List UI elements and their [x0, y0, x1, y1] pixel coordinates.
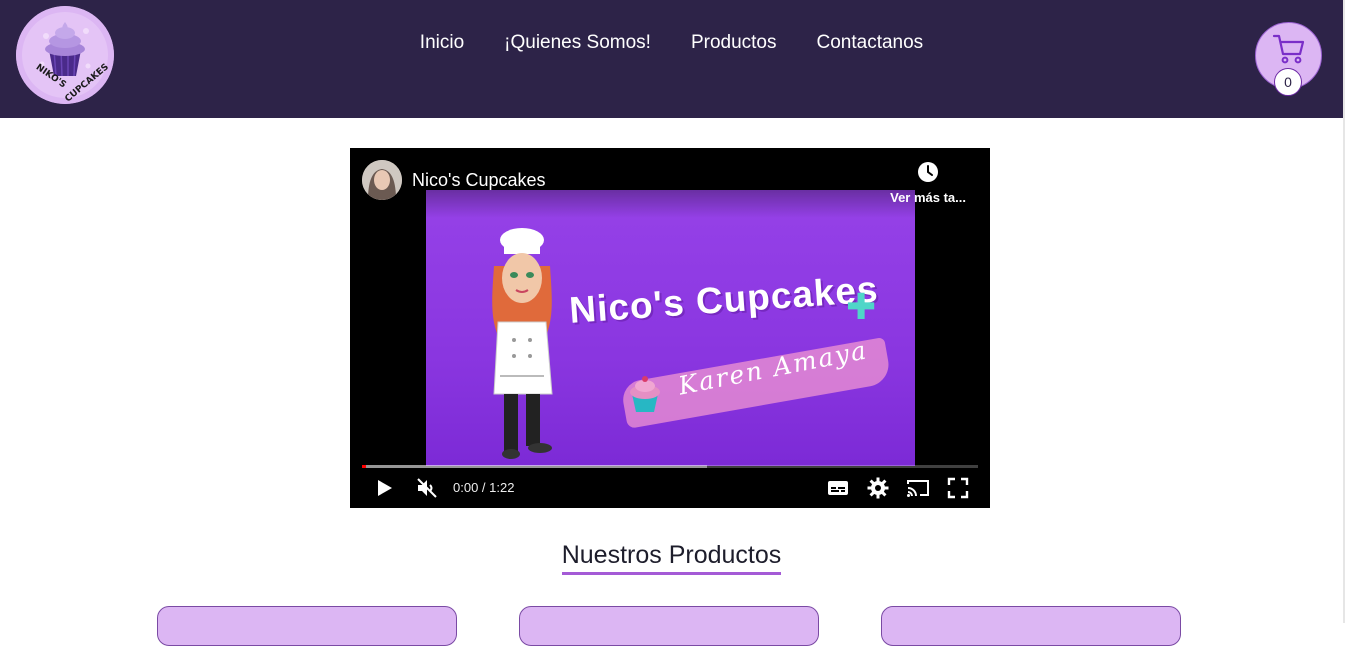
products-title: Nuestros Productos — [561, 541, 782, 575]
video-time: 0:00 / 1:22 — [453, 480, 515, 495]
cart-icon — [1272, 34, 1305, 64]
product-card[interactable] — [157, 606, 457, 646]
nav-link-contactanos[interactable]: Contactanos — [817, 32, 924, 54]
products-section-heading: Nuestros Productos — [0, 541, 1343, 575]
chef-avatar-icon — [492, 228, 553, 459]
settings-icon[interactable] — [866, 476, 890, 500]
nav-link-productos[interactable]: Productos — [691, 32, 777, 54]
avatar-photo-icon — [362, 160, 402, 200]
clock-icon — [918, 162, 938, 182]
watch-later-label: Ver más ta... — [890, 190, 966, 205]
video-progress-bar[interactable] — [362, 465, 978, 468]
main-nav: Inicio ¡Quienes Somos! Productos Contact… — [0, 0, 1343, 86]
thumbnail-title: Nico's Cupcakes — [568, 268, 880, 331]
video-played-bar — [362, 465, 366, 468]
cast-icon[interactable] — [906, 476, 930, 500]
mute-icon[interactable] — [415, 476, 439, 500]
channel-avatar[interactable] — [362, 160, 402, 200]
play-icon[interactable] — [372, 476, 396, 500]
cart-button[interactable]: 0 — [1255, 22, 1322, 96]
video-buffer-bar — [362, 465, 707, 468]
nav-link-quienes-somos[interactable]: ¡Quienes Somos! — [504, 32, 651, 54]
thumbnail-plus-icon: ✚ — [846, 286, 877, 327]
thumbnail-cupcake-icon — [630, 376, 660, 412]
video-player[interactable]: Nico's Cupcakes ✚ Karen Amaya Nico's Cup… — [350, 148, 990, 508]
video-thumbnail[interactable]: Nico's Cupcakes ✚ Karen Amaya — [426, 190, 915, 466]
fullscreen-icon[interactable] — [946, 476, 970, 500]
product-card[interactable] — [519, 606, 819, 646]
cart-count-badge: 0 — [1274, 68, 1302, 96]
product-card[interactable] — [881, 606, 1181, 646]
navbar: NIKO'S CUPCAKES Inicio ¡Quienes Somos! P… — [0, 0, 1343, 118]
watch-later-button[interactable]: Ver más ta... — [878, 160, 978, 210]
subtitles-icon[interactable] — [826, 476, 850, 500]
video-channel-title[interactable]: Nico's Cupcakes — [412, 170, 546, 191]
nav-link-inicio[interactable]: Inicio — [420, 32, 464, 54]
